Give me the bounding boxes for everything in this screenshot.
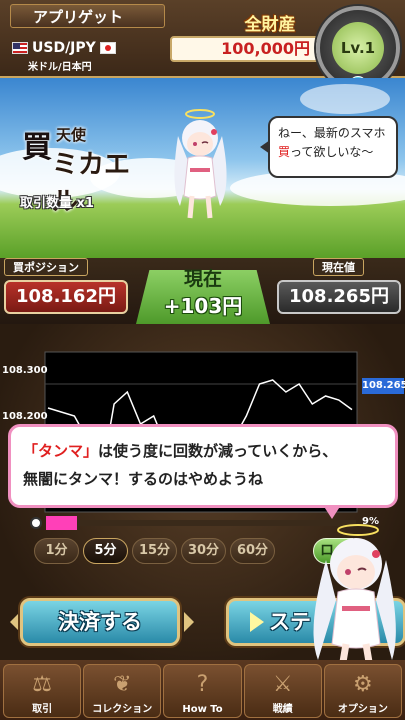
lot-size-label: 取引数量 x1 — [20, 196, 94, 211]
ytick-label: 108.300 — [2, 365, 48, 376]
scale-icon: ⚖ — [32, 672, 52, 697]
cloud — [300, 84, 390, 114]
current-price-label: 現在値 — [313, 258, 364, 276]
period-60m-button[interactable]: 60分 — [230, 538, 275, 564]
clock-icon — [30, 517, 42, 529]
tutorial-highlight: 「タンマ」 — [23, 442, 99, 460]
swords-icon: ⚔ — [272, 672, 293, 697]
buy-position-label: 買ポジション — [4, 258, 88, 276]
tutorial-line-1: 「タンマ」は使う度に回数が減っていくから、 — [23, 437, 383, 465]
sky-scene: 買 天使 ミカエル 取引数量 x1 ねー、最新のスマホ 買って欲しいな〜 — [0, 78, 405, 258]
period-selector: 1分 5分 15分 30分 60分 — [34, 538, 275, 564]
top-header: アプリゲット USD/JPY 米ドル/日本円 全財産 100,000円 Lv.1 — [0, 0, 405, 90]
profit-value: +103円 — [163, 294, 243, 318]
nav-trade[interactable]: ⚖ 取引 — [3, 664, 82, 718]
nav-howto[interactable]: ? How To — [163, 664, 242, 718]
speech-line-2: 買って欲しいな〜 — [278, 143, 388, 162]
tutorial-speech-bubble: 「タンマ」は使う度に回数が減っていくから、 無闇にタンマ！するのはやめようね — [8, 424, 398, 519]
period-5m-button[interactable]: 5分 — [83, 538, 128, 564]
period-1m-button[interactable]: 1分 — [34, 538, 79, 564]
nav-collection[interactable]: ❦ コレクション — [83, 664, 162, 718]
period-15m-button[interactable]: 15分 — [132, 538, 177, 564]
close-position-button[interactable]: 決済する — [20, 598, 180, 646]
tutorial-line-2: 無闇にタンマ！するのはやめようね — [23, 470, 264, 488]
player-name: アプリゲット — [10, 4, 165, 28]
speech-highlight: 買 — [278, 145, 291, 159]
now-label: 現在 — [183, 268, 222, 290]
tutorial-line-1-rest: は使う度に回数が減っていくから、 — [98, 442, 338, 460]
ytick-label: 108.200 — [2, 411, 48, 422]
left-arrow-ornament — [10, 612, 20, 632]
gear-icon: ⚙ — [353, 672, 373, 697]
title-logo: 買 天使 ミカエル — [22, 122, 142, 217]
nav-label: 取引 — [32, 704, 53, 715]
speech-line-1: ねー、最新のスマホ — [278, 126, 386, 140]
currency-pair: USD/JPY — [12, 38, 116, 58]
level-text: Lv.1 — [332, 22, 384, 74]
total-assets-value: 100,000円 — [170, 36, 320, 62]
angel-character — [313, 524, 396, 669]
nav-label: How To — [182, 704, 223, 715]
timer-progress — [46, 516, 77, 530]
nav-options[interactable]: ⚙ オプション — [323, 664, 403, 718]
buy-position-value: 108.162円 — [4, 280, 128, 314]
angel-character-small — [174, 109, 227, 219]
title-buy-char: 買 — [22, 130, 52, 165]
nav-label: 戦績 — [272, 704, 293, 715]
play-icon — [250, 612, 264, 632]
period-30m-button[interactable]: 30分 — [181, 538, 226, 564]
pair-label: USD/JPY — [32, 40, 96, 56]
us-flag-icon — [12, 42, 28, 54]
total-assets-label: 全財産 — [244, 15, 296, 35]
current-price-value: 108.265円 — [277, 280, 401, 314]
bottom-nav: ⚖ 取引 ❦ コレクション ? How To ⚔ 戦績 ⚙ オプション — [0, 660, 405, 720]
position-bar: 買ポジション 108.162円 現在 +103円 現在値 108.265円 — [0, 258, 405, 324]
current-price-marker: 108.265 — [362, 378, 405, 394]
wings-icon: ❦ — [113, 672, 132, 697]
nav-label: オプション — [337, 704, 388, 715]
nav-label: コレクション — [92, 704, 153, 715]
right-arrow-ornament — [184, 612, 194, 632]
jp-flag-icon — [99, 42, 116, 54]
pair-subtitle: 米ドル/日本円 — [28, 62, 92, 73]
nav-record[interactable]: ⚔ 戦績 — [243, 664, 322, 718]
title-tenshi: 天使 — [56, 126, 87, 144]
bulb-icon: ? — [196, 672, 209, 697]
angel-speech-bubble: ねー、最新のスマホ 買って欲しいな〜 — [260, 116, 398, 178]
speech-line-2-rest: って欲しいな〜 — [290, 145, 374, 159]
